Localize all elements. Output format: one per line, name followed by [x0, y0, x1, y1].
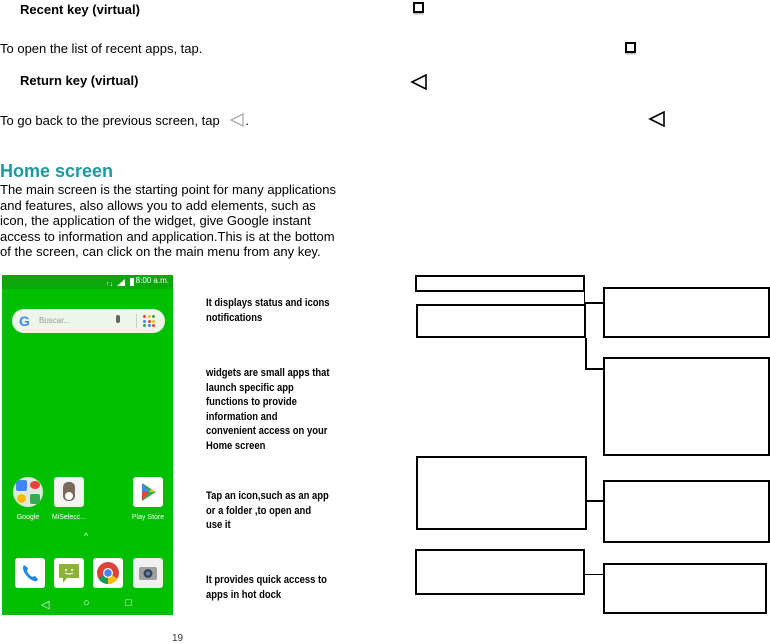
paragraph-line: and features, also allows you to add ele… — [0, 197, 316, 213]
return-key-description: To go back to the previous screen, tap . — [0, 112, 249, 128]
nav-home-button[interactable]: ○ — [83, 597, 90, 609]
app-label: Google — [16, 514, 40, 521]
search-placeholder: Buscar... — [39, 316, 71, 325]
callout-line: It displays status and icons — [206, 297, 330, 309]
google-folder-icon[interactable] — [13, 477, 43, 507]
connector-line — [585, 574, 604, 575]
google-search-bar[interactable]: G Buscar... — [12, 309, 165, 333]
phone-home-screenshot: ↑↓ 8:00 a.m. G Buscar... Google MiSelecc… — [2, 275, 173, 615]
callout-line: It provides quick access to — [206, 574, 327, 586]
return-key-period: . — [245, 113, 249, 128]
apps-grid-icon[interactable] — [143, 315, 155, 327]
divider — [136, 314, 137, 328]
callout-line: or a folder ,to open and — [206, 504, 312, 517]
phone-icon[interactable] — [15, 558, 45, 588]
connector-line — [587, 500, 604, 502]
paragraph-line: The main screen is the starting point fo… — [0, 182, 337, 197]
diagram-box — [603, 480, 770, 543]
diagram-box — [416, 456, 587, 530]
callout-line: notifications — [206, 311, 263, 324]
connector-line — [585, 368, 604, 370]
diagram-box — [603, 563, 767, 614]
paragraph-line: icon, the application of the widget, giv… — [0, 213, 311, 228]
return-key-text: To go back to the previous screen, tap — [0, 113, 220, 128]
diagram-box — [603, 287, 770, 338]
svg-text:↑↓: ↑↓ — [106, 281, 113, 287]
callout-line: use it — [206, 519, 231, 531]
section-title: Home screen — [0, 161, 114, 181]
google-g-icon: G — [19, 313, 30, 329]
callout-line: Home screen — [206, 439, 266, 452]
callout-status-bar: It displays status and icons notificatio… — [206, 296, 330, 325]
status-bar: ↑↓ 8:00 a.m. — [2, 275, 173, 289]
nav-recent-button[interactable]: □ — [125, 597, 132, 609]
recent-key-description: To open the list of recent apps, tap. — [0, 41, 203, 56]
triangle-back-icon — [229, 112, 244, 128]
triangle-back-icon — [410, 74, 427, 90]
chrome-icon[interactable] — [93, 558, 123, 588]
battery-icon — [130, 278, 134, 286]
diagram-box — [415, 275, 585, 292]
messaging-icon[interactable] — [54, 558, 84, 588]
callout-line: apps in hot dock — [206, 588, 282, 601]
square-recent-icon — [625, 42, 636, 53]
callout-line: widgets are small apps that — [206, 367, 330, 379]
diagram-box — [415, 549, 585, 595]
status-time: 8:00 a.m. — [135, 276, 169, 285]
square-recent-icon — [413, 2, 424, 13]
diagram-box — [416, 304, 586, 338]
page-number: 19 — [172, 633, 184, 644]
paragraph-line: of the screen, can click on the main men… — [0, 244, 321, 259]
camera-icon[interactable] — [133, 558, 163, 588]
play-store-icon[interactable] — [133, 477, 163, 507]
return-key-heading: Return key (virtual) — [20, 73, 139, 88]
app-label: Play Store — [131, 514, 165, 521]
nav-back-button[interactable]: ◁ — [41, 598, 49, 611]
app-drawer-arrow-icon[interactable]: ^ — [84, 531, 88, 541]
signal-icon: ↑↓ — [106, 279, 125, 287]
callout-line: convenient access on your — [206, 425, 328, 437]
callout-line: functions to provide — [206, 396, 297, 408]
callout-hot-dock: It provides quick access to apps in hot … — [206, 573, 327, 602]
callout-line: information and — [206, 410, 278, 423]
miseleccion-app-icon[interactable] — [54, 477, 84, 507]
callout-widgets: widgets are small apps that launch speci… — [206, 366, 330, 453]
home-screen-paragraph: The main screen is the starting point fo… — [0, 182, 360, 260]
paragraph-line: access to information and application.Th… — [0, 228, 335, 244]
callout-line: launch specific app — [206, 381, 294, 394]
app-label: MiSelecc... — [51, 514, 87, 521]
connector-line — [585, 302, 604, 304]
recent-key-heading: Recent key (virtual) — [20, 2, 140, 17]
mic-icon[interactable] — [116, 315, 120, 323]
connector-line — [585, 338, 587, 370]
diagram-box — [603, 357, 770, 456]
callout-app-icons: Tap an icon,such as an app or a folder ,… — [206, 489, 329, 533]
callout-line: Tap an icon,such as an app — [206, 490, 329, 502]
triangle-back-icon — [648, 111, 665, 127]
